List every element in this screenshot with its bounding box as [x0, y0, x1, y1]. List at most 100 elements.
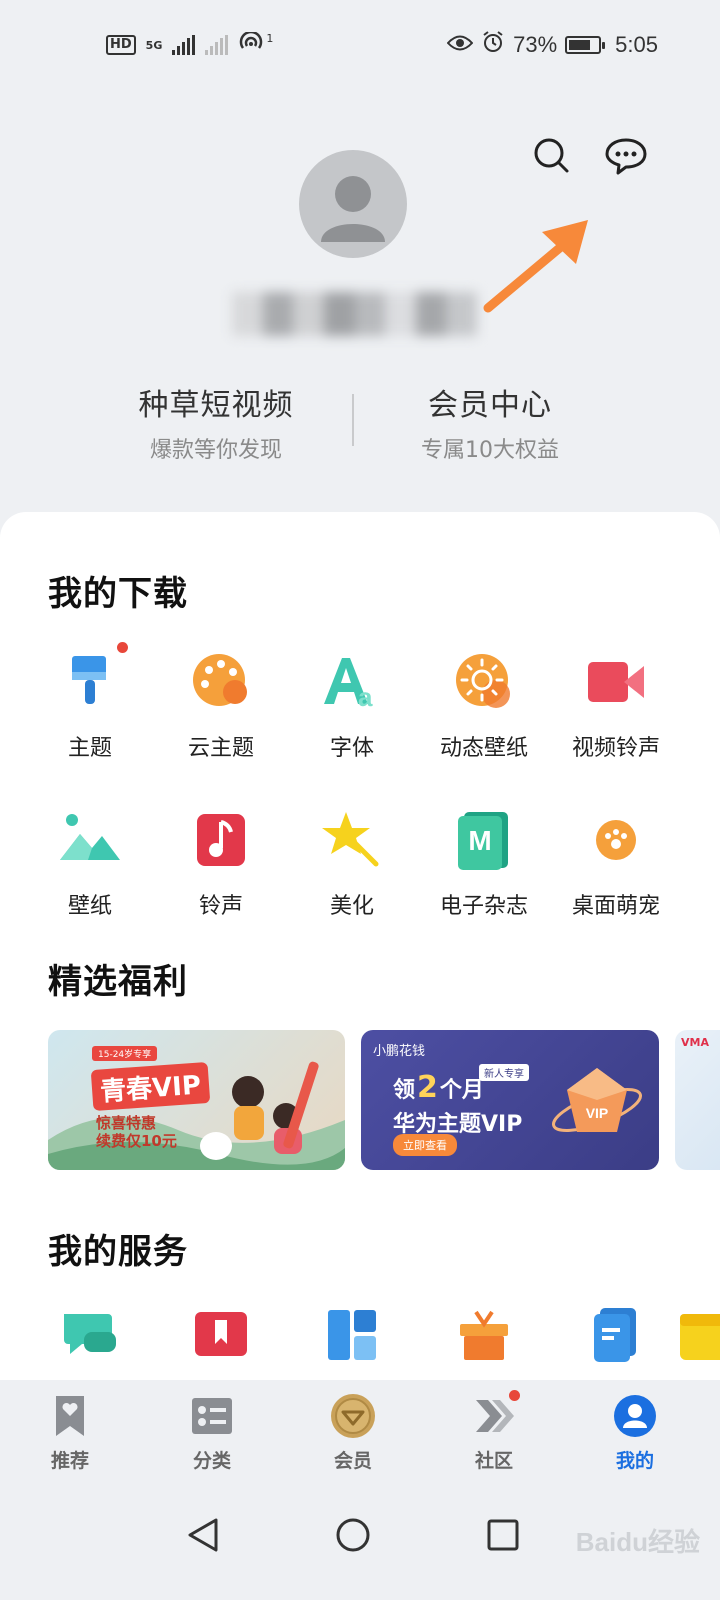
banner-youth-vip[interactable]: 15-24岁专享 青春VIP 惊喜特惠 续费仅10元 — [48, 1030, 345, 1170]
alarm-icon — [481, 30, 505, 60]
download-item-video-ringtone[interactable]: 视频铃声 — [550, 650, 682, 762]
list-icon — [190, 1394, 234, 1438]
magazine-icon: M — [452, 808, 516, 872]
banner-third[interactable]: VMA — [675, 1030, 720, 1170]
search-icon[interactable] — [530, 134, 574, 178]
avatar[interactable] — [299, 150, 407, 258]
signal-icon — [172, 35, 196, 55]
download-item-ringtone[interactable]: 铃声 — [155, 808, 287, 920]
download-item-label: 云主题 — [187, 736, 254, 761]
battery-fill — [569, 40, 590, 50]
nav-label: 推荐 — [50, 1450, 89, 1472]
user-icon — [613, 1394, 657, 1438]
banner-brand: VMA — [681, 1036, 709, 1049]
back-icon[interactable] — [178, 1510, 228, 1560]
hd-badge: HD — [106, 35, 136, 55]
nav-item-mine[interactable]: 我的 — [585, 1394, 685, 1473]
download-item-label: 视频铃声 — [571, 736, 660, 761]
download-item-label: 桌面萌宠 — [571, 894, 660, 919]
layout-icon — [320, 1304, 384, 1368]
nav-item-category[interactable]: 分类 — [162, 1394, 262, 1473]
quick-link-subtitle: 专属10大权益 — [421, 438, 559, 463]
status-bar: HD 5G 1 73% 5:05 — [0, 0, 720, 92]
banner-tag: 新人专享 — [479, 1064, 529, 1081]
music-note-icon — [189, 808, 253, 872]
section-title-services: 我的服务 — [48, 1232, 188, 1272]
svg-text:M: M — [468, 825, 491, 856]
service-item[interactable] — [286, 1304, 418, 1368]
status-left-group: HD 5G 1 — [106, 30, 273, 58]
username-blurred[interactable] — [232, 292, 477, 336]
recents-icon[interactable] — [478, 1510, 528, 1560]
nav-label: 社区 — [474, 1450, 513, 1472]
sun-icon — [452, 650, 516, 714]
status-right-group: 73% 5:05 — [446, 30, 658, 60]
quick-link-short-video[interactable]: 种草短视频 爆款等你发现 — [86, 380, 346, 464]
palette-icon — [189, 650, 253, 714]
download-item-wallpaper[interactable]: 壁纸 — [24, 808, 156, 920]
download-item-label: 主题 — [67, 736, 112, 761]
service-item[interactable] — [155, 1304, 287, 1368]
vip-coin-icon — [331, 1394, 375, 1438]
new-badge — [117, 642, 128, 653]
document-icon — [584, 1304, 648, 1368]
banner-tag: 15-24岁专享 — [92, 1046, 158, 1061]
gem-icon: VIP — [552, 1068, 642, 1133]
service-item[interactable] — [664, 1304, 720, 1368]
section-title-benefits: 精选福利 — [48, 962, 188, 1002]
banner-line-1-post: 个月 — [439, 1078, 484, 1103]
svg-text:VIP: VIP — [586, 1105, 609, 1121]
banner-brand: 小鹏花钱 — [373, 1044, 426, 1059]
quick-link-title: 会员中心 — [428, 388, 552, 423]
download-item-cloud-theme[interactable]: 云主题 — [155, 650, 287, 762]
download-item-label: 动态壁纸 — [439, 736, 528, 761]
annotation-arrow-icon — [483, 220, 588, 313]
clock: 5:05 — [615, 32, 658, 57]
banner-subline-2: 续费仅10元 — [96, 1132, 177, 1150]
banner-line-1-pre: 领 — [393, 1078, 416, 1103]
chat-icon — [58, 1304, 122, 1368]
section-title-downloads: 我的下载 — [48, 574, 188, 614]
calendar-icon — [676, 1304, 720, 1368]
download-item-desktop-pet[interactable]: 桌面萌宠 — [550, 808, 682, 920]
download-item-font[interactable]: a 字体 — [286, 650, 418, 762]
download-item-theme[interactable]: 主题 — [24, 642, 156, 762]
download-item-magazine[interactable]: M 电子杂志 — [418, 808, 550, 920]
nav-label: 我的 — [615, 1450, 654, 1472]
download-item-live-wallpaper[interactable]: 动态壁纸 — [418, 650, 550, 762]
banner-line-1: 领 2 个月 — [393, 1070, 484, 1105]
quick-link-vip-center[interactable]: 会员中心 专属10大权益 — [360, 380, 620, 464]
font-icon: a — [320, 650, 384, 714]
nav-item-recommend[interactable]: 推荐 — [20, 1394, 120, 1473]
banner-subline-1: 惊喜特惠 — [96, 1114, 157, 1132]
message-icon[interactable] — [604, 134, 648, 178]
quick-link-subtitle: 爆款等你发现 — [149, 438, 282, 463]
content-card: 我的下载 主题 云主题 a 字体 动态壁纸 视频铃声 壁纸 铃声 美化 M 电子… — [0, 512, 720, 1392]
home-icon[interactable] — [328, 1510, 378, 1560]
banner-cta-button[interactable]: 立即查看 — [393, 1134, 457, 1156]
quick-link-title: 种草短视频 — [138, 388, 294, 423]
download-item-beautify[interactable]: 美化 — [286, 808, 418, 920]
landscape-icon — [58, 808, 122, 872]
download-item-label: 美化 — [329, 894, 374, 919]
watermark: Baidu经验 — [575, 1527, 700, 1557]
heart-bookmark-icon — [48, 1394, 92, 1438]
nav-item-vip[interactable]: 会员 — [303, 1394, 403, 1473]
paw-icon — [584, 808, 648, 872]
eye-icon — [446, 32, 474, 58]
battery-icon — [565, 36, 606, 54]
nav-item-community[interactable]: 社区 — [444, 1390, 544, 1473]
svg-text:a: a — [358, 682, 373, 712]
nav-label: 分类 — [192, 1450, 231, 1472]
banner-huawei-vip[interactable]: 小鹏花钱 新人专享 领 2 个月 华为主题VIP 立即查看 VIP — [361, 1030, 659, 1170]
brush-icon — [58, 642, 128, 714]
signal-2-icon — [205, 35, 229, 55]
service-item[interactable] — [418, 1304, 550, 1368]
video-camera-icon — [584, 650, 648, 714]
service-item[interactable] — [550, 1304, 682, 1368]
banner-line-1-num: 2 — [417, 1070, 438, 1105]
service-item[interactable] — [24, 1304, 156, 1368]
gift-icon — [452, 1304, 516, 1368]
download-item-label: 电子杂志 — [439, 894, 528, 919]
divider — [352, 394, 354, 446]
